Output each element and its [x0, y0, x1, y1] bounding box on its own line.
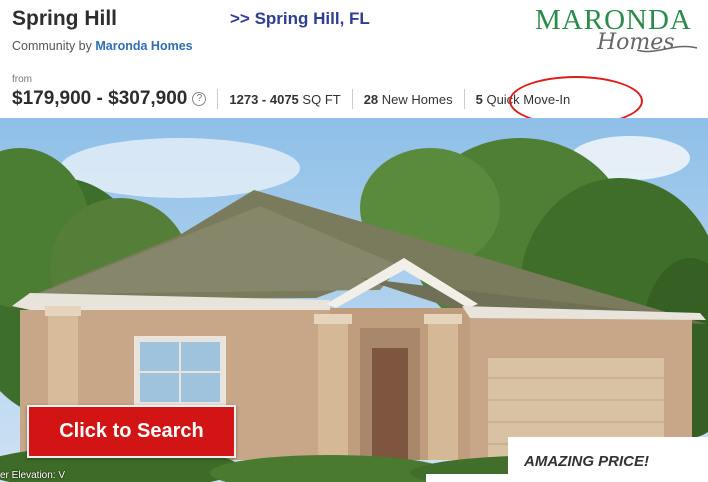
- stats-divider: [217, 89, 219, 109]
- banner-sub-strip: [426, 474, 508, 482]
- stats-divider: [351, 89, 353, 109]
- sqft-unit: SQ FT: [302, 91, 341, 107]
- community-subtitle: Community by Maronda Homes: [12, 39, 193, 53]
- logo-swash-icon: [636, 45, 698, 53]
- info-icon[interactable]: ?: [192, 92, 207, 106]
- new-homes-count: 28: [363, 91, 379, 107]
- sqft-stat: 1273 - 4075 SQ FT: [229, 92, 340, 107]
- price-range: $179,900 - $307,900: [12, 88, 188, 109]
- amazing-price-banner[interactable]: AMAZING PRICE!: [508, 437, 708, 482]
- stats-bar: $179,900 - $307,900 ? 1273 - 4075 SQ FT …: [12, 86, 570, 112]
- location-heading: >> Spring Hill, FL: [230, 9, 370, 28]
- elevation-caption: er Elevation: V: [0, 470, 66, 481]
- quick-movein-count: 5: [475, 91, 483, 107]
- click-to-search-button[interactable]: Click to Search: [27, 405, 236, 458]
- stats-divider: [463, 89, 465, 109]
- subtitle-prefix: Community by: [12, 39, 92, 53]
- new-homes-label: New Homes: [381, 91, 453, 107]
- sqft-range: 1273 - 4075: [229, 91, 299, 107]
- new-homes-stat[interactable]: 28 New Homes: [364, 92, 453, 107]
- amazing-price-label: AMAZING PRICE!: [524, 453, 649, 470]
- maronda-homes-logo: MARONDA Homes: [535, 4, 705, 62]
- from-label: from: [12, 74, 32, 85]
- community-title: Spring Hill: [12, 7, 117, 30]
- builder-link[interactable]: Maronda Homes: [95, 39, 192, 53]
